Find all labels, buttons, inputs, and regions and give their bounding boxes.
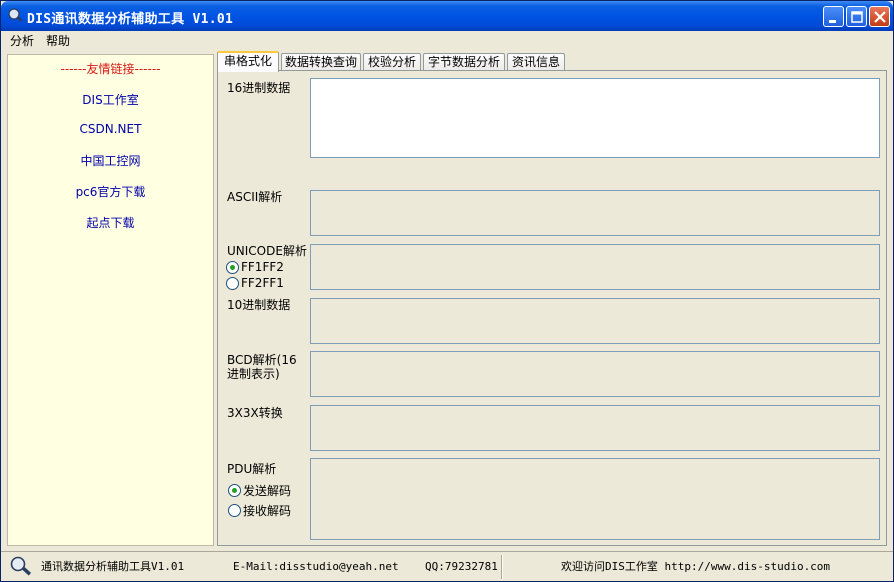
app-icon[interactable]: [7, 8, 23, 24]
status-welcome: 欢迎访问DIS工作室 http://www.dis-studio.com: [561, 560, 831, 573]
tab-checksum[interactable]: 校验分析: [363, 53, 421, 71]
decimal-label: 10进制数据: [227, 298, 291, 312]
maximize-icon: [851, 11, 863, 23]
bcd-label: BCD解析(16 进制表示): [227, 353, 297, 381]
hex-input[interactable]: [310, 78, 880, 158]
unicode-opt2-label: FF2FF1: [241, 276, 284, 290]
sidebar-link-dis[interactable]: DIS工作室: [8, 91, 213, 108]
sidebar-link-gongkong[interactable]: 中国工控网: [8, 152, 213, 169]
menu-analyze[interactable]: 分析: [10, 32, 34, 49]
unicode-radio-ff2ff1[interactable]: FF2FF1: [226, 276, 284, 290]
unicode-output[interactable]: [310, 244, 880, 290]
pdu-radio-send[interactable]: 发送解码: [228, 482, 291, 499]
format-panel: 16进制数据 ASCII解析 UNICODE解析 FF1FF2 FF2FF1 1…: [217, 70, 887, 546]
pdu-opt1-label: 发送解码: [243, 484, 292, 498]
sidebar-title: ------友情链接------: [60, 62, 161, 76]
status-separator: [501, 555, 503, 579]
sidebar-link-pc6[interactable]: pc6官方下载: [8, 183, 213, 200]
unicode-radio-ff1ff2[interactable]: FF1FF2: [226, 260, 284, 274]
hex-label: 16进制数据: [227, 81, 291, 95]
status-qq: QQ:79232781: [425, 560, 498, 573]
close-icon: [874, 11, 886, 23]
radio-unselected-icon: [226, 276, 239, 290]
minimize-button[interactable]: [823, 6, 844, 27]
links-sidebar: ------友情链接------ DIS工作室 CSDN.NET 中国工控网 p…: [7, 54, 214, 546]
menu-bar: 分析 帮助: [1, 31, 893, 49]
sidebar-link-csdn[interactable]: CSDN.NET: [8, 122, 213, 136]
pdu-output[interactable]: [310, 458, 880, 540]
app-window: DIS通讯数据分析辅助工具 V1.01 分析 帮助 ------友情链接----…: [0, 0, 894, 582]
status-bar: 通讯数据分析辅助工具V1.01 E-Mail:disstudio@yeah.ne…: [1, 551, 893, 581]
ascii-label: ASCII解析: [227, 190, 283, 204]
minimize-icon: [829, 20, 836, 23]
tab-format[interactable]: 串格式化: [217, 51, 279, 72]
decimal-output[interactable]: [310, 298, 880, 344]
x3x3-label: 3X3X转换: [227, 406, 283, 420]
radio-selected-icon: [228, 484, 241, 497]
pdu-opt2-label: 接收解码: [243, 504, 292, 518]
magnifier-icon: [9, 556, 33, 578]
close-button[interactable]: [869, 6, 890, 27]
radio-selected-icon: [226, 260, 239, 274]
tab-convert[interactable]: 数据转换查询: [281, 53, 361, 71]
ascii-output[interactable]: [310, 190, 880, 236]
title-bar[interactable]: DIS通讯数据分析辅助工具 V1.01: [1, 1, 893, 31]
tab-info[interactable]: 资讯信息: [507, 53, 565, 71]
pdu-radio-receive[interactable]: 接收解码: [228, 502, 291, 519]
sidebar-link-qidian[interactable]: 起点下载: [8, 214, 213, 231]
radio-unselected-icon: [228, 504, 241, 517]
unicode-label: UNICODE解析: [227, 244, 307, 258]
status-app-name: 通讯数据分析辅助工具V1.01: [41, 560, 185, 573]
window-title: DIS通讯数据分析辅助工具 V1.01: [27, 12, 234, 27]
menu-help[interactable]: 帮助: [46, 32, 70, 49]
tab-byte-analysis[interactable]: 字节数据分析: [423, 53, 505, 71]
status-email: E-Mail:disstudio@yeah.net: [233, 560, 399, 573]
pdu-label: PDU解析: [227, 462, 277, 476]
unicode-opt1-label: FF1FF2: [241, 260, 284, 274]
bcd-output[interactable]: [310, 351, 880, 397]
x3x3-output[interactable]: [310, 405, 880, 451]
maximize-button[interactable]: [846, 6, 867, 27]
